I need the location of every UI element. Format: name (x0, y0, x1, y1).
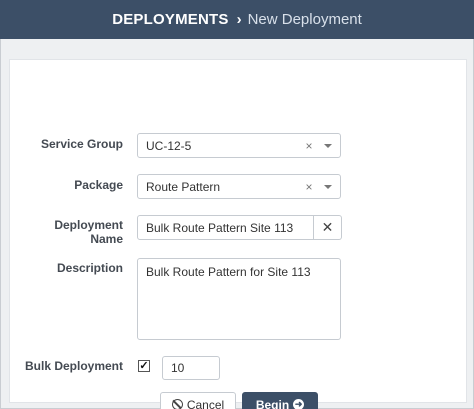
breadcrumb-deployments[interactable]: DEPLOYMENTS (112, 11, 228, 28)
service-group-select[interactable]: UC-12-5 × (137, 133, 341, 158)
description-textarea[interactable]: Bulk Route Pattern for Site 113 (137, 258, 341, 340)
begin-button[interactable]: Begin ➜ (242, 392, 318, 409)
breadcrumb-current-page: New Deployment (247, 11, 362, 28)
service-group-clear-icon[interactable]: × (302, 139, 316, 153)
breadcrumb-separator: › (236, 11, 242, 28)
service-group-label: Service Group (40, 137, 123, 151)
deployment-form: Service Group UC-12-5 × Package Route Pa… (9, 59, 467, 409)
deployment-name-input[interactable]: Bulk Route Pattern Site 113 (137, 215, 314, 240)
cancel-button-label: Cancel (186, 397, 225, 409)
bulk-deployment-label: Bulk Deployment (24, 359, 123, 373)
description-label: Description (56, 261, 123, 275)
package-value: Route Pattern (146, 179, 221, 194)
package-label: Package (74, 178, 123, 192)
bulk-deployment-checkbox[interactable]: ✓ (138, 360, 150, 372)
package-select[interactable]: Route Pattern × (137, 174, 341, 199)
service-group-value: UC-12-5 (146, 138, 192, 153)
content-area: Service Group UC-12-5 × Package Route Pa… (0, 39, 474, 409)
deployment-name-clear-icon[interactable]: ✕ (314, 215, 342, 240)
bulk-deployment-count-input[interactable]: 10 (162, 356, 220, 380)
cancel-button[interactable]: Cancel (160, 392, 236, 409)
ban-icon (171, 399, 183, 409)
page-header: DEPLOYMENTS › New Deployment (0, 0, 474, 39)
deployment-name-label: Deployment Name (30, 218, 123, 246)
chevron-down-icon[interactable] (316, 184, 340, 189)
arrow-circle-right-icon: ➜ (293, 399, 305, 409)
package-clear-icon[interactable]: × (302, 180, 316, 194)
begin-button-label: Begin (255, 397, 290, 409)
chevron-down-icon[interactable] (316, 143, 340, 148)
deployment-name-label-line2: Name (90, 232, 123, 246)
deployment-name-label-line1: Deployment (54, 218, 123, 232)
